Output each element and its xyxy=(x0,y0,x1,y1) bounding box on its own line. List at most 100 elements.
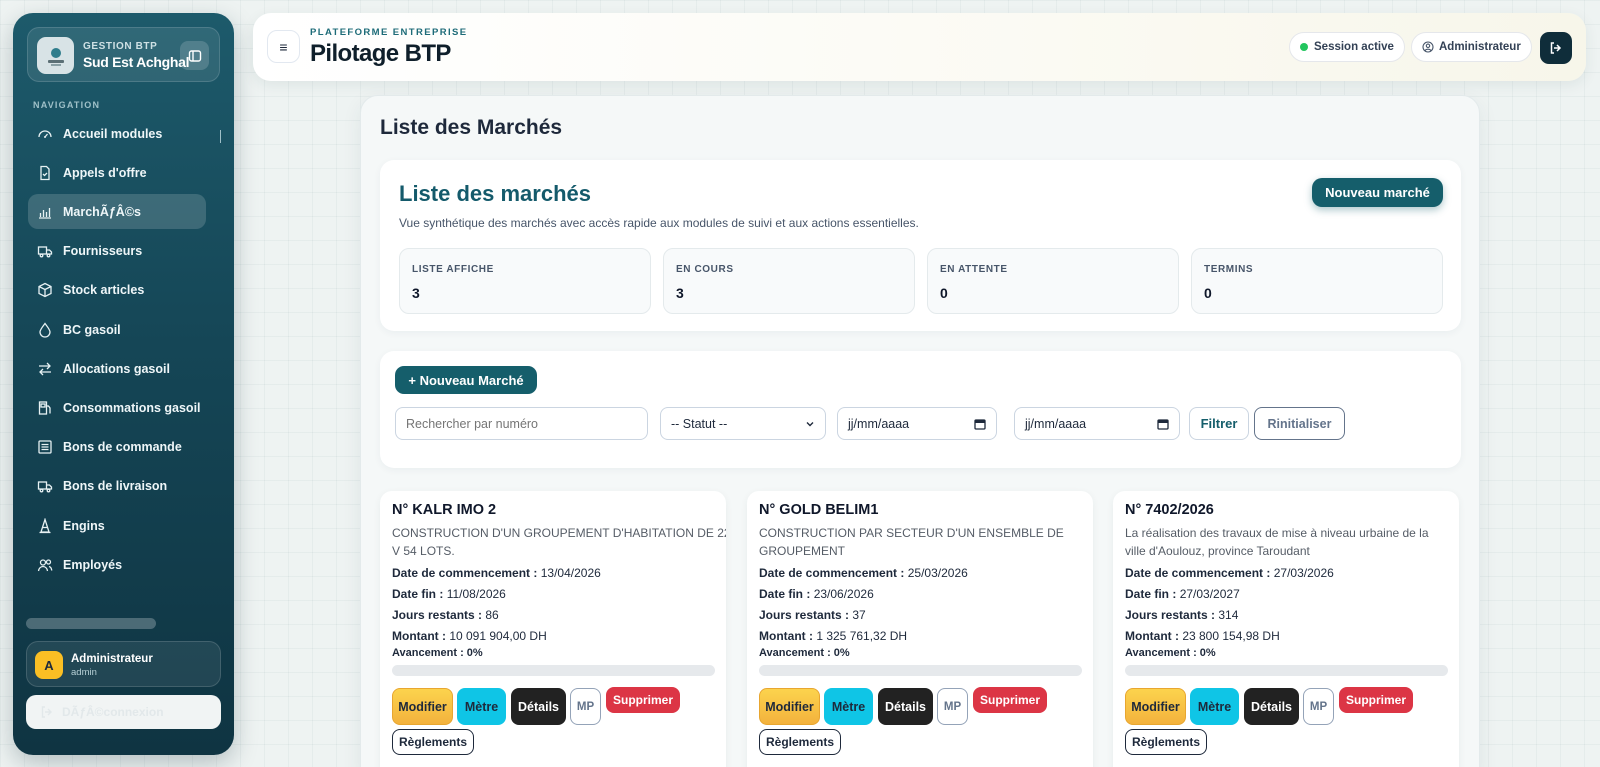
payments-button[interactable]: Règlements xyxy=(759,729,841,755)
stat-value: 3 xyxy=(412,285,420,301)
progress-label: Avancement : 0% xyxy=(1125,647,1216,659)
sidebar-item-label: Fournisseurs xyxy=(63,244,143,259)
sidebar-item-2[interactable]: MarchÃƒÂ©s xyxy=(28,194,206,230)
details-button[interactable]: Détails xyxy=(511,688,566,725)
logout-button[interactable]: DÃƒÂ©connexion xyxy=(26,695,221,729)
start-date-value: 27/03/2026 xyxy=(1273,566,1334,580)
end-date-value: 23/06/2026 xyxy=(813,587,874,601)
filter-button[interactable]: Filtrer xyxy=(1189,407,1249,440)
search-input[interactable] xyxy=(395,407,648,440)
stat-value: 0 xyxy=(1204,285,1212,301)
sidebar-item-6[interactable]: Allocations gasoil xyxy=(28,351,206,386)
payments-button[interactable]: Règlements xyxy=(1125,729,1207,755)
mp-button[interactable]: MP xyxy=(570,688,601,725)
mp-button[interactable]: MP xyxy=(937,688,968,725)
mp-button[interactable]: MP xyxy=(1303,688,1334,725)
remaining-days-label: Jours restants : xyxy=(759,608,850,622)
menu-button[interactable]: ≡ xyxy=(267,30,300,63)
sidebar-item-label: MarchÃƒÂ©s xyxy=(63,204,141,219)
reset-button[interactable]: Rinitialiser xyxy=(1254,407,1345,440)
market-card: N° GOLD BELIM1 CONSTRUCTION PAR SECTEUR … xyxy=(747,491,1093,767)
metre-button[interactable]: Mètre xyxy=(457,688,506,725)
sidebar-item-label: Consommations gasoil xyxy=(63,400,201,415)
sidebar-item-7[interactable]: Consommations gasoil xyxy=(28,390,206,425)
details-button[interactable]: Détails xyxy=(1244,688,1299,725)
amount-label: Montant : xyxy=(392,629,446,643)
sidebar-item-label: Stock articles xyxy=(63,283,145,298)
sidebar-item-9[interactable]: Bons de livraison xyxy=(28,469,206,504)
market-card: N° KALR IMO 2 CONSTRUCTION D'UN GROUPEME… xyxy=(380,491,726,767)
new-market-button[interactable]: Nouveau marché xyxy=(1312,178,1443,207)
sidebar-item-8[interactable]: Bons de commande xyxy=(28,430,206,465)
delete-button[interactable]: Supprimer xyxy=(1339,687,1413,713)
exit-button[interactable] xyxy=(1540,32,1572,64)
sidebar-scrollbar[interactable] xyxy=(26,618,156,629)
app-title: Pilotage BTP xyxy=(310,40,451,67)
start-date-value: 25/03/2026 xyxy=(907,566,968,580)
sidebar-item-label: Appels d'offre xyxy=(63,165,147,180)
nav-section-title: NAVIGATION xyxy=(33,100,101,110)
payments-button[interactable]: Règlements xyxy=(392,729,474,755)
stat-label: TERMINS xyxy=(1204,264,1254,275)
market-card: N° 7402/2026 La réalisation des travaux … xyxy=(1113,491,1459,767)
modify-button[interactable]: Modifier xyxy=(759,688,820,725)
delete-button[interactable]: Supprimer xyxy=(606,687,680,713)
progress-value: 0% xyxy=(466,647,483,659)
progress-value: 0% xyxy=(833,647,850,659)
end-date-row: Date fin : 23/06/2026 xyxy=(759,587,874,601)
market-description: La réalisation des travaux de mise à niv… xyxy=(1125,526,1429,558)
filter-panel: + Nouveau Marché -- Statut -- jj/mm/aaaa… xyxy=(380,351,1461,468)
truck-icon xyxy=(37,246,53,258)
market-number: N° GOLD BELIM1 xyxy=(759,502,879,518)
start-date-row: Date de commencement : 13/04/2026 xyxy=(392,566,601,580)
progress-value: 0% xyxy=(1199,647,1216,659)
stat-label: LISTE AFFICHE xyxy=(412,264,494,275)
remaining-days-value: 37 xyxy=(852,608,866,622)
end-date-value: 11/08/2026 xyxy=(446,587,506,601)
market-number: N° KALR IMO 2 xyxy=(392,502,497,518)
metre-button[interactable]: Mètre xyxy=(824,688,873,725)
modify-button[interactable]: Modifier xyxy=(392,688,453,725)
brand-block: GESTION BTP Sud Est Achghal xyxy=(27,27,220,82)
sidebar-item-10[interactable]: Engins xyxy=(28,508,206,543)
status-select[interactable]: -- Statut -- xyxy=(660,407,826,440)
user-card[interactable]: A Administrateur admin xyxy=(26,641,221,687)
sidebar-item-3[interactable]: Fournisseurs xyxy=(28,234,206,269)
sidebar-item-1[interactable]: Appels d'offre xyxy=(28,155,206,190)
sidebar-item-0[interactable]: Accueil modules xyxy=(28,116,206,151)
sidebar-item-11[interactable]: Employés xyxy=(28,547,206,582)
delete-button[interactable]: Supprimer xyxy=(973,687,1047,713)
panel-icon xyxy=(188,49,201,62)
brand-kicker: GESTION BTP xyxy=(83,41,158,52)
sidebar-item-5[interactable]: BC gasoil xyxy=(28,312,206,347)
chevron-down-icon xyxy=(806,421,814,426)
sidebar-collapse-button[interactable] xyxy=(180,41,209,70)
users-icon xyxy=(37,559,53,571)
add-market-button[interactable]: + Nouveau Marché xyxy=(395,366,537,394)
avatar: A xyxy=(35,651,63,679)
sidebar: GESTION BTP Sud Est Achghal NAVIGATION A… xyxy=(13,13,234,755)
fuel-pump-icon xyxy=(38,401,51,415)
nav-scroll-indicator xyxy=(220,130,221,143)
amount-value: 10 091 904,00 DH xyxy=(449,629,547,643)
progress-bar xyxy=(392,665,715,676)
sidebar-item-4[interactable]: Stock articles xyxy=(28,273,206,308)
topbar: ≡ PLATEFORME ENTREPRISE Pilotage BTP Ses… xyxy=(253,13,1586,81)
stat-value: 3 xyxy=(676,285,684,301)
brand-name: Sud Est Achghal xyxy=(83,54,190,70)
details-button[interactable]: Détails xyxy=(878,688,933,725)
stat-value: 0 xyxy=(940,285,948,301)
page-title: Liste des Marchés xyxy=(380,116,563,139)
start-date-value: 13/04/2026 xyxy=(540,566,601,580)
user-menu-button[interactable]: Administrateur xyxy=(1411,32,1532,62)
amount-label: Montant : xyxy=(759,629,813,643)
session-status-badge: Session active xyxy=(1289,32,1405,62)
modify-button[interactable]: Modifier xyxy=(1125,688,1186,725)
start-date-label: Date de commencement : xyxy=(392,566,538,580)
metre-button[interactable]: Mètre xyxy=(1190,688,1239,725)
section-title: Liste des marchés xyxy=(399,181,591,206)
date-from-input[interactable]: jj/mm/aaaa xyxy=(837,407,997,440)
remaining-days-value: 314 xyxy=(1218,608,1239,622)
date-to-input[interactable]: jj/mm/aaaa xyxy=(1014,407,1180,440)
remaining-days-row: Jours restants : 86 xyxy=(392,608,499,622)
